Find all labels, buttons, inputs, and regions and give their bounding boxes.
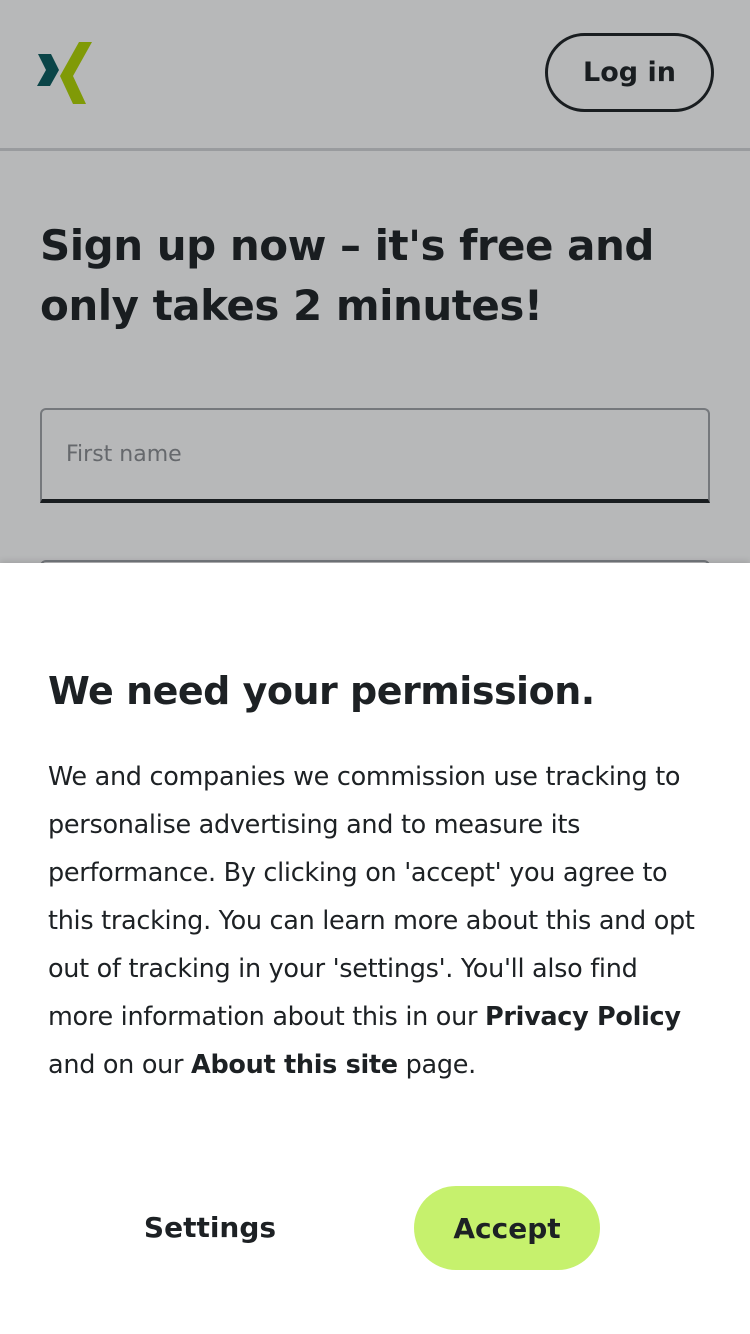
accept-button[interactable]: Accept — [414, 1186, 600, 1270]
consent-title: We need your permission. — [48, 669, 595, 713]
settings-button[interactable]: Settings — [110, 1186, 310, 1269]
consent-text-part3: page. — [397, 1050, 477, 1080]
consent-text: We and companies we commission use track… — [48, 753, 703, 1089]
consent-text-part2: and on our — [48, 1050, 192, 1080]
consent-text-part1: We and companies we commission use track… — [48, 762, 695, 1032]
privacy-policy-link[interactable]: Privacy Policy — [485, 1002, 681, 1032]
about-this-site-link[interactable]: About this site — [191, 1050, 398, 1080]
